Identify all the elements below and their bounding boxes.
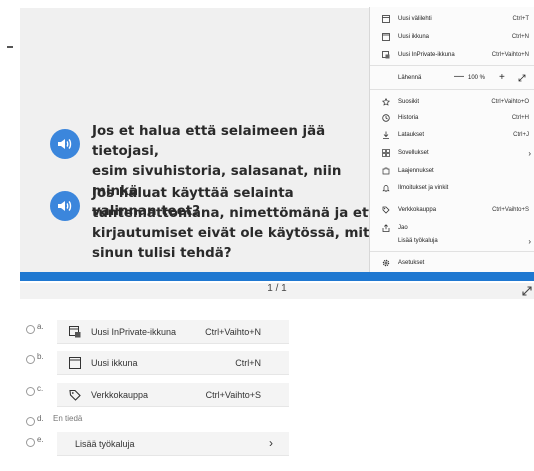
menu-item-new-window[interactable]: Uusi ikkuna Ctrl+N [370, 30, 534, 44]
inprivate-icon [69, 326, 81, 338]
menu-shortcut: Ctrl+Vaihto+O [491, 99, 529, 105]
answer-label-d: En tiedä [53, 414, 83, 423]
menu-shortcut: Ctrl+Vaihto+S [492, 207, 529, 213]
answer-radio-d[interactable] [26, 417, 35, 426]
menu-label: Lähennä [398, 75, 422, 81]
answer-shortcut: Ctrl+N [235, 358, 261, 368]
chevron-right-icon: › [528, 236, 531, 246]
answer-radio-a[interactable] [26, 325, 35, 334]
menu-label: Uusi ikkuna [398, 34, 430, 40]
menu-shortcut: Ctrl+J [513, 132, 529, 138]
answer-letter-d: d. [37, 414, 44, 423]
extensions-icon [382, 167, 390, 175]
answer-letter-a: a. [37, 322, 44, 331]
page-indicator: 1 / 1 [20, 283, 534, 299]
gear-icon [382, 259, 390, 267]
answer-label: Lisää työkaluja [75, 439, 135, 449]
menu-label: Laajennukset [398, 168, 434, 174]
question-row-2: Jos haluat käyttää selainta tuntemattoma… [50, 184, 392, 264]
question-line: kirjautumiset eivät ole käytössä, mitä [92, 226, 379, 241]
download-icon [383, 131, 389, 139]
answer-radio-b[interactable] [26, 355, 35, 364]
expand-icon[interactable] [521, 285, 533, 297]
menu-item-favorites[interactable]: Suosikit Ctrl+Vaihto+O [370, 95, 534, 109]
history-icon [382, 114, 390, 122]
menu-label: Ilmoitukset ja vinkit [398, 185, 449, 191]
answer-option-a[interactable]: Uusi InPrivate-ikkuna Ctrl+Vaihto+N [57, 320, 289, 344]
menu-item-share[interactable]: Jao [370, 221, 534, 235]
menu-label: Verkkokauppa [398, 207, 437, 213]
answer-label: Uusi InPrivate-ikkuna [91, 327, 177, 337]
favorites-icon [382, 98, 390, 106]
answer-letter-b: b. [37, 352, 44, 361]
answer-shortcut: Ctrl+Vaihto+N [205, 327, 261, 337]
menu-label: Jao [398, 225, 408, 231]
speaker-glyph [58, 139, 72, 149]
menu-item-new-inprivate[interactable]: Uusi InPrivate-ikkuna Ctrl+Vaihto+N [370, 48, 534, 62]
answer-label: Uusi ikkuna [91, 358, 138, 368]
menu-item-settings[interactable]: Asetukset [370, 256, 534, 270]
menu-shortcut: Ctrl+Vaihto+N [491, 52, 529, 58]
answer-radio-e[interactable] [26, 438, 35, 447]
speaker-icon[interactable] [50, 191, 80, 221]
new-tab-icon [382, 15, 390, 23]
apps-icon [382, 149, 390, 157]
inprivate-icon [382, 51, 390, 59]
shopping-tag-icon [382, 206, 390, 214]
menu-item-zoom: Lähennä — 100 % + [370, 71, 534, 85]
browser-settings-menu: Uusi välilehti Ctrl+T Uusi ikkuna Ctrl+N… [369, 7, 534, 274]
new-window-icon [382, 33, 390, 41]
chevron-right-icon: › [269, 436, 273, 450]
question-line: tuntemattomana, nimettömänä ja että [92, 206, 384, 221]
fullscreen-icon[interactable] [518, 74, 526, 82]
menu-label: Asetukset [398, 260, 425, 266]
left-edge-mark [7, 46, 13, 48]
menu-label: Uusi välilehti [398, 16, 432, 22]
answer-radio-c[interactable] [26, 387, 35, 396]
menu-label: Lisää työkaluja [398, 238, 438, 244]
shopping-tag-icon [69, 389, 81, 401]
menu-item-shopping[interactable]: Verkkokauppa Ctrl+Vaihto+S [370, 203, 534, 217]
question-line: sinun tulisi tehdä? [92, 246, 232, 261]
answer-letter-c: c. [37, 384, 44, 393]
menu-item-new-tab[interactable]: Uusi välilehti Ctrl+T [370, 12, 534, 26]
menu-shortcut: Ctrl+H [511, 115, 529, 121]
zoom-out-button[interactable]: — [454, 71, 464, 82]
answer-option-e[interactable]: Lisää työkaluja › [57, 432, 289, 456]
menu-label: Uusi InPrivate-ikkuna [398, 52, 455, 58]
menu-shortcut: Ctrl+T [512, 16, 530, 22]
menu-label: Historia [398, 115, 419, 121]
menu-item-downloads[interactable]: Lataukset Ctrl+J [370, 128, 534, 142]
question-line: Jos haluat käyttää selainta [92, 186, 294, 201]
new-window-icon [69, 357, 81, 369]
menu-label: Suosikit [398, 99, 420, 105]
progress-bar [20, 272, 534, 281]
question-text-2: Jos haluat käyttää selainta tuntemattoma… [92, 184, 392, 264]
speaker-icon[interactable] [50, 129, 80, 159]
menu-divider [370, 251, 534, 252]
menu-item-more-tools[interactable]: Lisää työkaluja › [370, 234, 534, 248]
menu-label: Sovellukset [398, 150, 429, 156]
answer-option-c[interactable]: Verkkokauppa Ctrl+Vaihto+S [57, 383, 289, 407]
speaker-glyph [58, 201, 72, 211]
menu-divider [370, 65, 534, 66]
share-icon [382, 224, 390, 232]
menu-item-apps[interactable]: Sovellukset › [370, 146, 534, 160]
answer-letter-e: e. [37, 435, 44, 444]
menu-shortcut: Ctrl+N [511, 34, 529, 40]
question-line: Jos et halua että selaimeen jää tietojas… [92, 124, 326, 159]
menu-divider [370, 89, 534, 90]
zoom-value: 100 % [468, 75, 486, 81]
answer-shortcut: Ctrl+Vaihto+S [205, 390, 261, 400]
menu-item-notifications[interactable]: Ilmoitukset ja vinkit [370, 181, 534, 195]
zoom-in-button[interactable]: + [499, 72, 505, 83]
bell-icon [382, 185, 390, 192]
chevron-right-icon: › [528, 148, 531, 158]
answer-option-b[interactable]: Uusi ikkuna Ctrl+N [57, 351, 289, 375]
menu-label: Lataukset [398, 132, 425, 138]
menu-item-history[interactable]: Historia Ctrl+H [370, 111, 534, 125]
menu-item-extensions[interactable]: Laajennukset [370, 164, 534, 178]
answer-label: Verkkokauppa [91, 390, 149, 400]
